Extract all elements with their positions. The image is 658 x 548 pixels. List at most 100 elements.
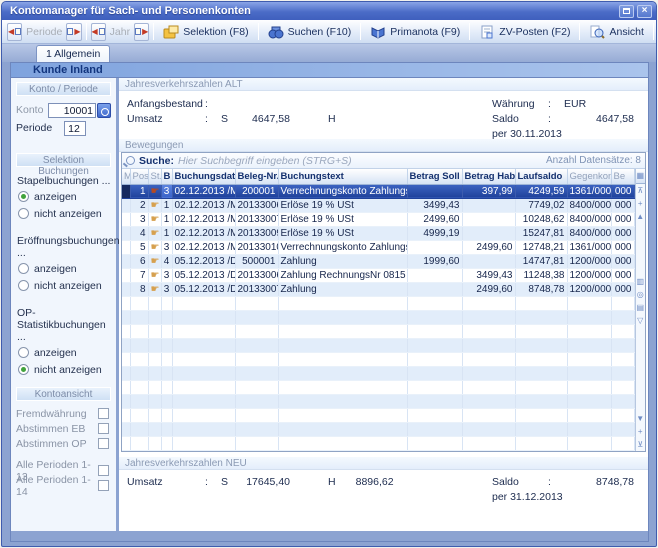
insert-row-icon[interactable]: + bbox=[638, 425, 643, 438]
cell-beleg bbox=[235, 352, 278, 366]
cell-be bbox=[611, 436, 634, 450]
table-row[interactable]: 8☛305.12.2013 /Do20133007Zahlung2499,608… bbox=[122, 282, 634, 296]
col-header-betrag-haben[interactable]: Betrag Haben bbox=[462, 169, 515, 184]
cell-soll: 3499,43 bbox=[407, 198, 462, 212]
cell-st: ☛ bbox=[148, 268, 161, 282]
radio-stapel-anzeigen[interactable]: anzeigen bbox=[18, 189, 111, 204]
cell-lauf bbox=[515, 310, 567, 324]
grid-icon[interactable]: ▦ bbox=[636, 169, 646, 184]
ansicht-button[interactable]: Ansicht bbox=[584, 23, 648, 41]
check-fremdwaehrung[interactable]: Fremdwährung bbox=[16, 406, 111, 421]
saldo-label: Saldo bbox=[492, 476, 548, 488]
cell-m bbox=[122, 296, 130, 310]
table-empty-row bbox=[122, 408, 634, 422]
filter-icon[interactable]: ▽ bbox=[637, 314, 643, 327]
radio-eroeffnung-nicht-anzeigen[interactable]: nicht anzeigen bbox=[18, 278, 111, 293]
search-rows-icon[interactable]: ◎ bbox=[637, 288, 644, 301]
cell-pos: 8 bbox=[130, 282, 148, 296]
insert-row-icon[interactable]: + bbox=[638, 197, 643, 210]
table-empty-row bbox=[122, 436, 634, 450]
search-placeholder[interactable]: Hier Suchbegriff eingeben (STRG+S) bbox=[178, 155, 542, 167]
col-header-laufsaldo[interactable]: Laufsaldo bbox=[515, 169, 567, 184]
table-row[interactable]: 3☛102.12.2013 /Mo20133007Erlöse 19 % USt… bbox=[122, 212, 634, 226]
radio-icon bbox=[18, 263, 29, 274]
cell-m bbox=[122, 310, 130, 324]
colon: : bbox=[205, 476, 221, 488]
cell-gegen bbox=[567, 296, 611, 310]
column-chooser-icon[interactable]: ▥ bbox=[636, 275, 644, 288]
cell-text: Verrechnungskonto Zahlungsverkehr bbox=[278, 184, 407, 198]
table-row[interactable]: 2☛102.12.2013 /Mo20133006Erlöse 19 % USt… bbox=[122, 198, 634, 212]
cell-be: 000 bbox=[611, 198, 634, 212]
periode-input[interactable] bbox=[64, 121, 86, 136]
cell-m bbox=[122, 380, 130, 394]
soll-indicator: S bbox=[221, 476, 235, 488]
table-search-bar[interactable]: Suche: Hier Suchbegriff eingeben (STRG+S… bbox=[122, 153, 645, 169]
col-header-be[interactable]: Be bbox=[611, 169, 634, 184]
check-abstimmen-op[interactable]: Abstimmen OP bbox=[16, 436, 111, 451]
table-row[interactable]: 7☛305.12.2013 /Do20133006Zahlung Rechnun… bbox=[122, 268, 634, 282]
section-selektion-buchungen: Selektion Buchungen bbox=[16, 153, 111, 167]
col-header-betrag-soll[interactable]: Betrag Soll bbox=[407, 169, 462, 184]
cell-datum bbox=[172, 436, 235, 450]
periode-prev-button[interactable]: ◀ bbox=[7, 23, 22, 41]
cell-st: ☛ bbox=[148, 198, 161, 212]
scroll-down-icon[interactable]: ▼ bbox=[636, 412, 644, 425]
radio-op-anzeigen[interactable]: anzeigen bbox=[18, 345, 111, 360]
check-alle-perioden-14[interactable]: Alle Perioden 1-14 bbox=[16, 478, 111, 493]
scroll-top-icon[interactable]: ⊼ bbox=[637, 184, 643, 197]
close-button[interactable]: × bbox=[637, 5, 652, 18]
col-header-m[interactable]: M bbox=[122, 169, 130, 184]
cell-soll bbox=[407, 366, 462, 380]
cell-pos bbox=[130, 352, 148, 366]
cell-soll: 4999,19 bbox=[407, 226, 462, 240]
cell-beleg bbox=[235, 366, 278, 380]
periode-next-button[interactable]: ▶ bbox=[66, 23, 81, 41]
table-row[interactable]: 5☛302.12.2013 /Mo20133010Verrechnungskon… bbox=[122, 240, 634, 254]
jahr-next-button[interactable]: ▶ bbox=[134, 23, 149, 41]
scroll-bottom-icon[interactable]: ⊻ bbox=[637, 438, 643, 451]
cell-text bbox=[278, 408, 407, 422]
selektion-button[interactable]: Selektion (F8) bbox=[158, 23, 253, 41]
konto-input[interactable] bbox=[48, 103, 96, 118]
colon: : bbox=[548, 98, 564, 110]
cell-haben: 397,99 bbox=[462, 184, 515, 198]
radio-stapel-nicht-anzeigen[interactable]: nicht anzeigen bbox=[18, 206, 111, 221]
primanota-button[interactable]: Primanota (F9) bbox=[365, 23, 465, 41]
jahr-prev-button[interactable]: ◀ bbox=[91, 23, 106, 41]
restore-button[interactable] bbox=[619, 5, 634, 18]
col-header-b[interactable]: B bbox=[161, 169, 172, 184]
table-row[interactable]: 4☛102.12.2013 /Mo20133009Erlöse 19 % USt… bbox=[122, 226, 634, 240]
scroll-up-icon[interactable]: ▲ bbox=[636, 210, 644, 223]
col-header-buchungstext[interactable]: Buchungstext bbox=[278, 169, 407, 184]
radio-eroeffnung-anzeigen[interactable]: anzeigen bbox=[18, 261, 111, 276]
zv-posten-button[interactable]: ZV-Posten (F2) bbox=[474, 23, 575, 41]
magnifier-page-icon bbox=[589, 25, 605, 39]
tab-allgemein[interactable]: 1 Allgemein bbox=[36, 45, 110, 62]
booking-state-hand-icon: ☛ bbox=[151, 256, 160, 267]
cell-datum: 05.12.2013 /Do bbox=[172, 282, 235, 296]
radio-op-nicht-anzeigen[interactable]: nicht anzeigen bbox=[18, 362, 111, 377]
cell-lauf: 7749,02 bbox=[515, 198, 567, 212]
col-header-gegenkonto[interactable]: Gegenkonto bbox=[567, 169, 611, 184]
cell-gegen: 1200/000 bbox=[567, 268, 611, 282]
table-side-strip: ▦ ⊼ + ▲ ▥ ◎ ▤ ▽ ▼ + ⊻ bbox=[635, 169, 646, 451]
col-header-st[interactable]: St. bbox=[148, 169, 161, 184]
suchen-button[interactable]: Suchen (F10) bbox=[263, 23, 357, 41]
table-row[interactable]: 6☛405.12.2013 /Do500001Zahlung1999,60147… bbox=[122, 254, 634, 268]
cell-text: Zahlung bbox=[278, 254, 407, 268]
cell-b bbox=[161, 436, 172, 450]
titlebar: Kontomanager für Sach- und Personenkonte… bbox=[2, 2, 656, 20]
cell-m bbox=[122, 422, 130, 436]
cell-beleg bbox=[235, 394, 278, 408]
summary-icon[interactable]: ▤ bbox=[636, 301, 644, 314]
col-header-beleg-nr[interactable]: Beleg-Nr. bbox=[235, 169, 278, 184]
konto-lookup-button[interactable] bbox=[97, 103, 111, 118]
cell-datum: 05.12.2013 /Do bbox=[172, 268, 235, 282]
cell-gegen bbox=[567, 422, 611, 436]
col-header-buchungsdatum[interactable]: Buchungsdatum bbox=[172, 169, 235, 184]
check-abstimmen-eb[interactable]: Abstimmen EB bbox=[16, 421, 111, 436]
radio-label: nicht anzeigen bbox=[34, 280, 102, 292]
table-row[interactable]: 1☛302.12.2013 /Mo200001Verrechnungskonto… bbox=[122, 184, 634, 198]
col-header-pos[interactable]: Pos.▼ bbox=[130, 169, 148, 184]
